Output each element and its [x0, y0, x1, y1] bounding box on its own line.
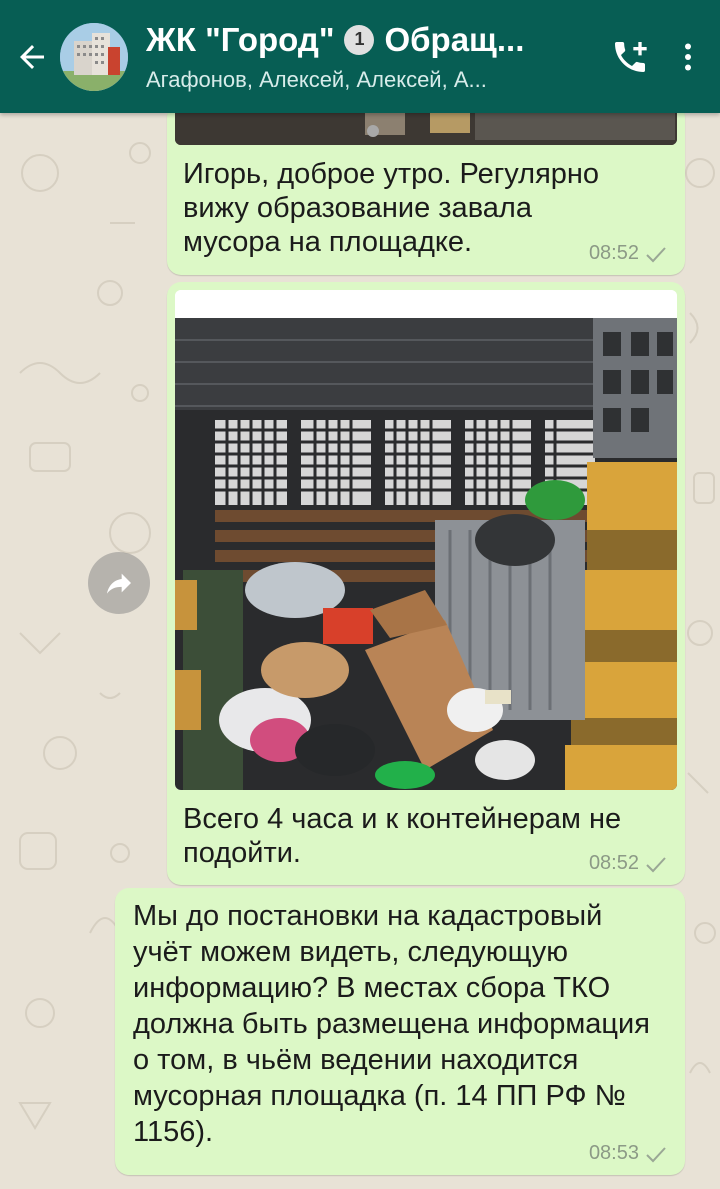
- pinned-badge: 1: [344, 24, 375, 55]
- sent-check-icon: [646, 1146, 666, 1162]
- message-list[interactable]: Игорь, доброе утро. Регулярно вижу образ…: [0, 113, 720, 1189]
- group-avatar[interactable]: [60, 22, 128, 91]
- back-button[interactable]: [4, 17, 60, 97]
- message-meta-1: 08:52: [589, 242, 667, 265]
- message-bubble-3[interactable]: Мы до постановки на кадастровый учёт мож…: [115, 888, 685, 1175]
- phone-plus-icon: [615, 41, 647, 72]
- chat-title-suffix: Обращ...: [384, 20, 525, 58]
- sent-check-icon: [646, 246, 666, 262]
- message-photo-2[interactable]: [175, 290, 677, 790]
- previous-photo-fragment[interactable]: [175, 113, 677, 145]
- message-text-1: Игорь, доброе утро. Регулярно вижу образ…: [183, 158, 600, 258]
- more-vert-icon: [685, 43, 691, 70]
- chat-header: ЖК "Город" 1 Обращ... Агафонов, Алексей,…: [0, 0, 720, 113]
- forward-icon: [107, 573, 131, 594]
- message-meta-3: 08:53: [589, 1142, 667, 1165]
- message-time-1: 08:52: [588, 242, 639, 264]
- message-bubble-1[interactable]: Игорь, доброе утро. Регулярно вижу образ…: [167, 113, 685, 275]
- chat-title-prefix: ЖК "Город": [146, 20, 335, 58]
- chat-title: ЖК "Город" 1 Обращ...: [146, 21, 590, 59]
- add-call-button[interactable]: [600, 17, 660, 97]
- chat-members: Агафонов, Алексей, Алексей, А...: [146, 66, 487, 92]
- sent-check-icon: [646, 856, 666, 872]
- overflow-menu-button[interactable]: [660, 17, 716, 97]
- message-bubble-2[interactable]: Всего 4 часа и к контейнерам не подойти.…: [167, 282, 685, 885]
- message-time-2: 08:52: [588, 852, 639, 874]
- chat-title-block[interactable]: ЖК "Город" 1 Обращ... Агафонов, Алексей,…: [146, 21, 590, 93]
- message-text-3: Мы до постановки на кадастровый учёт мож…: [133, 900, 650, 1148]
- arrow-left-icon: [20, 44, 44, 69]
- message-time-3: 08:53: [588, 1142, 639, 1164]
- message-meta-2: 08:52: [589, 852, 667, 875]
- forward-button[interactable]: [88, 552, 150, 614]
